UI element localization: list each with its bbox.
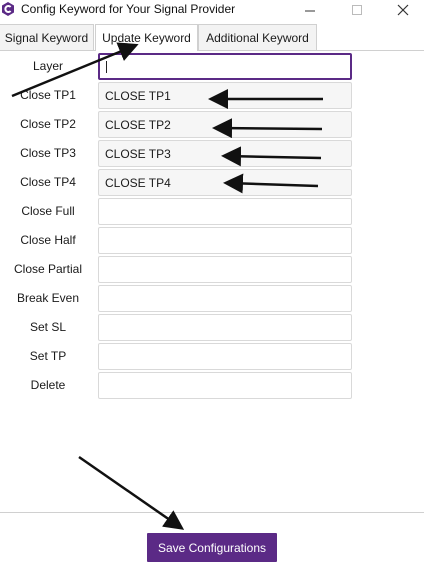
form-row-break-even: Break Even <box>0 285 424 312</box>
form-row-close-half: Close Half <box>0 227 424 254</box>
maximize-button[interactable] <box>334 0 380 20</box>
field-label: Break Even <box>16 291 80 305</box>
app-logo-icon <box>2 2 14 16</box>
field-label: Close TP3 <box>20 146 76 160</box>
text-caret <box>106 61 107 73</box>
form-row-close-full: Close Full <box>0 198 424 225</box>
close-icon <box>397 4 409 16</box>
form-row-close-partial: Close Partial <box>0 256 424 283</box>
close-full-input[interactable] <box>98 198 352 225</box>
config-keyword-window: Config Keyword for Your Signal Provider … <box>0 0 424 576</box>
field-label: Close TP4 <box>20 175 76 189</box>
break-even-input[interactable] <box>98 285 352 312</box>
set-sl-input[interactable] <box>98 314 352 341</box>
form-row-set-tp: Set TP <box>0 343 424 370</box>
title-bar: Config Keyword for Your Signal Provider <box>0 0 424 22</box>
minimize-icon <box>305 10 315 12</box>
form-row-close-tp1: Close TP1 <box>0 82 424 109</box>
window-title: Config Keyword for Your Signal Provider <box>21 2 236 16</box>
form-row-close-tp3: Close TP3 <box>0 140 424 167</box>
close-tp2-input[interactable] <box>98 111 352 138</box>
form-row-set-sl: Set SL <box>0 314 424 341</box>
form-row-close-tp2: Close TP2 <box>0 111 424 138</box>
layer-input[interactable] <box>98 53 352 80</box>
close-button[interactable] <box>380 0 424 20</box>
field-label: Close Partial <box>13 262 83 276</box>
save-configurations-button[interactable]: Save Configurations <box>147 533 277 562</box>
tab-update-keyword[interactable]: Update Keyword <box>95 24 198 51</box>
close-tp1-input[interactable] <box>98 82 352 109</box>
field-label: Set SL <box>29 320 67 334</box>
form-row-delete: Delete <box>0 372 424 399</box>
delete-input[interactable] <box>98 372 352 399</box>
field-label: Delete <box>30 378 66 392</box>
close-half-input[interactable] <box>98 227 352 254</box>
field-label: Close TP2 <box>20 117 76 131</box>
form-row-layer: Layer <box>0 53 424 80</box>
footer-divider <box>0 512 424 513</box>
close-partial-input[interactable] <box>98 256 352 283</box>
set-tp-input[interactable] <box>98 343 352 370</box>
field-label: Layer <box>32 59 64 73</box>
form-row-close-tp4: Close TP4 <box>0 169 424 196</box>
tab-strip: Signal Keyword Update Keyword Additional… <box>0 24 424 51</box>
field-label: Set TP <box>29 349 67 363</box>
minimize-button[interactable] <box>287 0 333 20</box>
close-tp3-input[interactable] <box>98 140 352 167</box>
tab-additional-keyword[interactable]: Additional Keyword <box>198 24 317 50</box>
maximize-icon <box>352 5 362 15</box>
tab-signal-keyword[interactable]: Signal Keyword <box>0 24 94 50</box>
field-label: Close Half <box>20 233 76 247</box>
annotation-arrow <box>78 455 185 530</box>
close-tp4-input[interactable] <box>98 169 352 196</box>
field-label: Close TP1 <box>20 88 76 102</box>
field-label: Close Full <box>21 204 75 218</box>
